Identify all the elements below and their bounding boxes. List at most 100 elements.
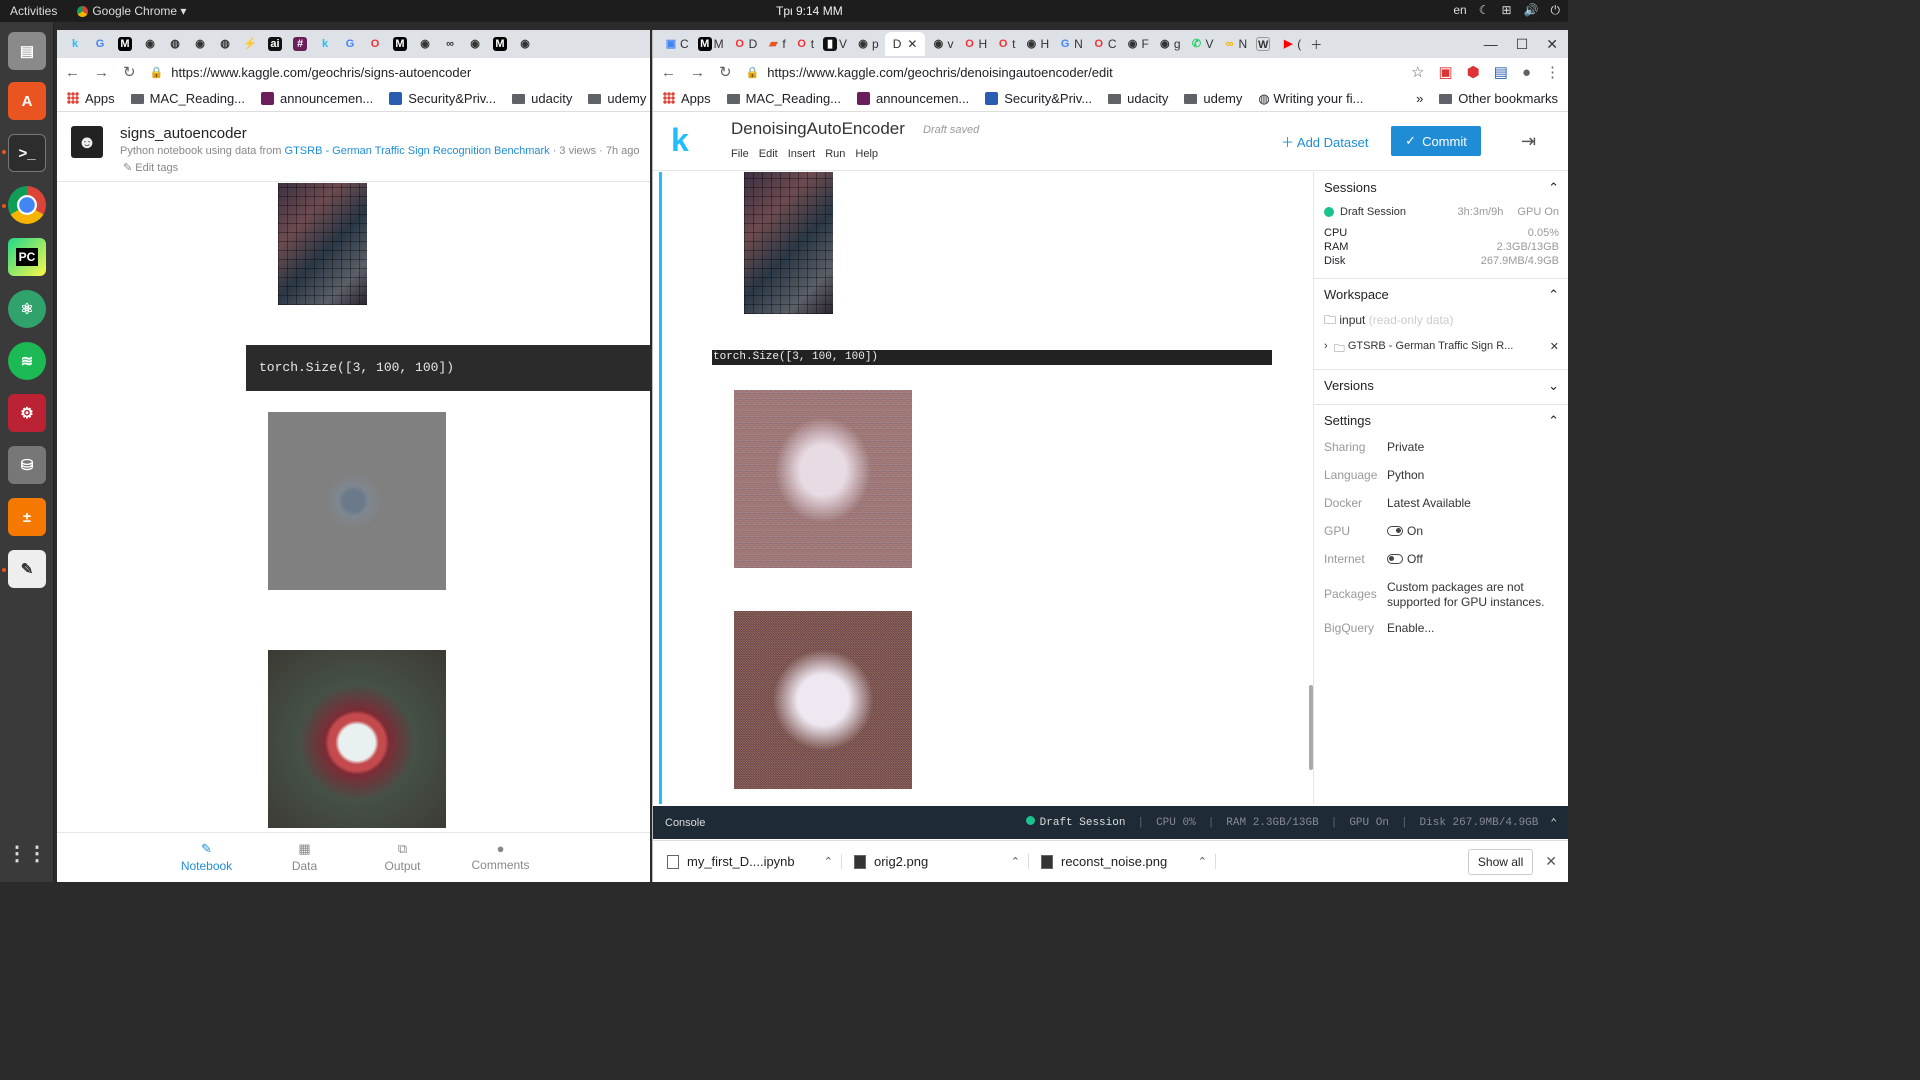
bookmark-folder[interactable]: udacity (512, 91, 572, 106)
internet-toggle[interactable]: Off (1387, 549, 1559, 567)
close-icon[interactable]: ✕ (1546, 36, 1558, 53)
bookmark-link[interactable]: Security&Priv... (389, 91, 496, 106)
tab-output[interactable]: ⧉ Output (354, 833, 452, 882)
system-tray[interactable]: en ☾ ⊞ 🔊 ⏻ (1453, 3, 1560, 18)
language-indicator[interactable]: en (1453, 3, 1466, 18)
show-apps-icon[interactable]: ⋮⋮ (7, 834, 47, 872)
night-light-icon[interactable]: ☾ (1479, 3, 1490, 18)
remove-icon[interactable]: ✕ (1550, 340, 1559, 359)
avatar[interactable]: ☻ (71, 126, 103, 158)
browser-tab[interactable]: OH (959, 32, 990, 56)
browser-tab[interactable]: k (65, 32, 87, 56)
app-menu[interactable]: Google Chrome ▾ (67, 4, 196, 18)
extension-icon[interactable]: ▤ (1494, 63, 1508, 81)
reload-icon[interactable]: ↻ (123, 63, 136, 81)
input-folder[interactable]: 🗀 input (read-only data) (1324, 311, 1559, 332)
browser-tab[interactable]: M (490, 32, 512, 56)
close-tab-icon[interactable]: ✕ (907, 37, 917, 51)
browser-tab[interactable]: ◉ H (1021, 32, 1052, 56)
versions-header[interactable]: Versions ⌄ (1324, 378, 1559, 394)
bookmark-folder[interactable]: udemy (1184, 91, 1242, 106)
adblock-icon[interactable]: ⬢ (1467, 63, 1480, 81)
bookmark-apps[interactable]: Apps (67, 91, 115, 106)
workspace-header[interactable]: Workspace ⌃ (1324, 287, 1559, 303)
reload-icon[interactable]: ↻ (719, 63, 732, 81)
browser-tab[interactable]: ⚡ (240, 32, 262, 56)
browser-tab[interactable]: ◉ (515, 32, 537, 56)
browser-tab[interactable]: ▰ f (763, 32, 788, 56)
browser-tab[interactable]: ◉ F (1123, 32, 1152, 56)
tab-notebook[interactable]: ✎ Notebook (158, 833, 256, 882)
browser-tab[interactable]: ◍ (215, 32, 237, 56)
chrome-dock-icon[interactable] (8, 186, 46, 224)
back-icon[interactable]: ← (65, 64, 80, 81)
kernel-title[interactable]: signs_autoencoder (120, 125, 247, 142)
chevron-right-icon[interactable]: › (1324, 340, 1328, 359)
star-icon[interactable]: ☆ (1411, 63, 1424, 81)
browser-tab[interactable]: ai (265, 32, 287, 56)
browser-tab[interactable]: ▣ C (661, 32, 692, 56)
extension-icon[interactable]: ▣ (1438, 63, 1452, 81)
browser-tab[interactable]: ◉ g (1155, 32, 1184, 56)
browser-tab[interactable]: O (365, 32, 387, 56)
forward-icon[interactable]: → (690, 64, 705, 81)
chevron-up-icon[interactable]: ⌃ (1548, 413, 1559, 429)
network-icon[interactable]: ⊞ (1501, 3, 1511, 18)
browser-tab[interactable]: Ot (993, 32, 1018, 56)
software-center-icon[interactable]: A (8, 82, 46, 120)
close-icon[interactable]: ✕ (1545, 853, 1557, 870)
dataset-row[interactable]: › 🗀 GTSRB - German Traffic Sign R... ✕ (1324, 340, 1559, 359)
chevron-up-icon[interactable]: ⌃ (1011, 855, 1020, 868)
menu-icon[interactable]: ⋮ (1545, 63, 1560, 81)
browser-tab[interactable]: ◍ (165, 32, 187, 56)
bookmark-folder[interactable]: udacity (1108, 91, 1168, 106)
bookmark-link[interactable]: ◍ Writing your fi... (1258, 91, 1363, 107)
menu-file[interactable]: File (731, 148, 749, 160)
browser-tab[interactable]: M (390, 32, 412, 56)
collapse-sidebar-icon[interactable]: ⇥ (1521, 131, 1536, 152)
browser-tab[interactable]: ▮ V (820, 32, 850, 56)
chevron-up-icon[interactable]: ⌃ (1550, 816, 1557, 830)
setting-sharing[interactable]: Sharing Private (1324, 437, 1559, 457)
calculator-icon[interactable]: ± (8, 498, 46, 536)
setting-bigquery[interactable]: BigQuery Enable... (1324, 618, 1559, 638)
bookmark-link[interactable]: announcemen... (857, 91, 969, 106)
tab-comments[interactable]: ● Comments (452, 833, 550, 882)
chevron-up-icon[interactable]: ⌃ (1198, 855, 1207, 868)
browser-tab[interactable]: OC (1089, 32, 1120, 56)
menu-insert[interactable]: Insert (788, 148, 816, 160)
back-icon[interactable]: ← (661, 64, 676, 81)
bookmark-folder[interactable]: udemy (588, 91, 646, 106)
browser-tab[interactable]: G (90, 32, 112, 56)
new-tab-button[interactable]: ＋ (1307, 32, 1325, 56)
menu-help[interactable]: Help (855, 148, 878, 160)
browser-tab[interactable]: W (1253, 32, 1275, 56)
session-row[interactable]: Draft Session 3h:3m/9h GPU On (1324, 206, 1559, 218)
power-icon[interactable]: ⏻ (1551, 3, 1561, 18)
settings-header[interactable]: Settings ⌃ (1324, 413, 1559, 429)
browser-tab[interactable]: ◉ (465, 32, 487, 56)
terminal-icon[interactable]: >_ (8, 134, 46, 172)
dataset-link[interactable]: GTSRB - German Traffic Sign Recognition … (285, 145, 550, 157)
bookmark-link[interactable]: Security&Priv... (985, 91, 1092, 106)
more-bookmarks-icon[interactable]: » (1416, 91, 1423, 106)
bookmark-link[interactable]: announcemen... (261, 91, 373, 106)
show-all-button[interactable]: Show all (1467, 848, 1534, 875)
browser-tab[interactable]: M (115, 32, 137, 56)
chevron-up-icon[interactable]: ⌃ (1548, 287, 1559, 303)
activities-button[interactable]: Activities (0, 4, 67, 18)
kaggle-logo-icon[interactable]: k (671, 122, 689, 159)
clock[interactable]: Tpι 9:14 MM (776, 4, 843, 18)
browser-tab[interactable]: GN (1055, 32, 1086, 56)
forward-icon[interactable]: → (94, 64, 109, 81)
chevron-up-icon[interactable]: ⌃ (1548, 180, 1559, 196)
browser-tab[interactable]: OD (730, 32, 761, 56)
tab-data[interactable]: ▦ Data (256, 833, 354, 882)
bookmark-folder[interactable]: MAC_Reading... (130, 91, 245, 106)
chevron-down-icon[interactable]: ⌄ (1548, 378, 1559, 394)
commit-button[interactable]: ✓ Commit (1391, 126, 1481, 156)
browser-tab[interactable]: ◉ (415, 32, 437, 56)
atom-icon[interactable]: ⚛ (8, 290, 46, 328)
volume-icon[interactable]: 🔊 (1524, 3, 1539, 18)
download-item[interactable]: reconst_noise.png ⌃ (1041, 854, 1216, 869)
